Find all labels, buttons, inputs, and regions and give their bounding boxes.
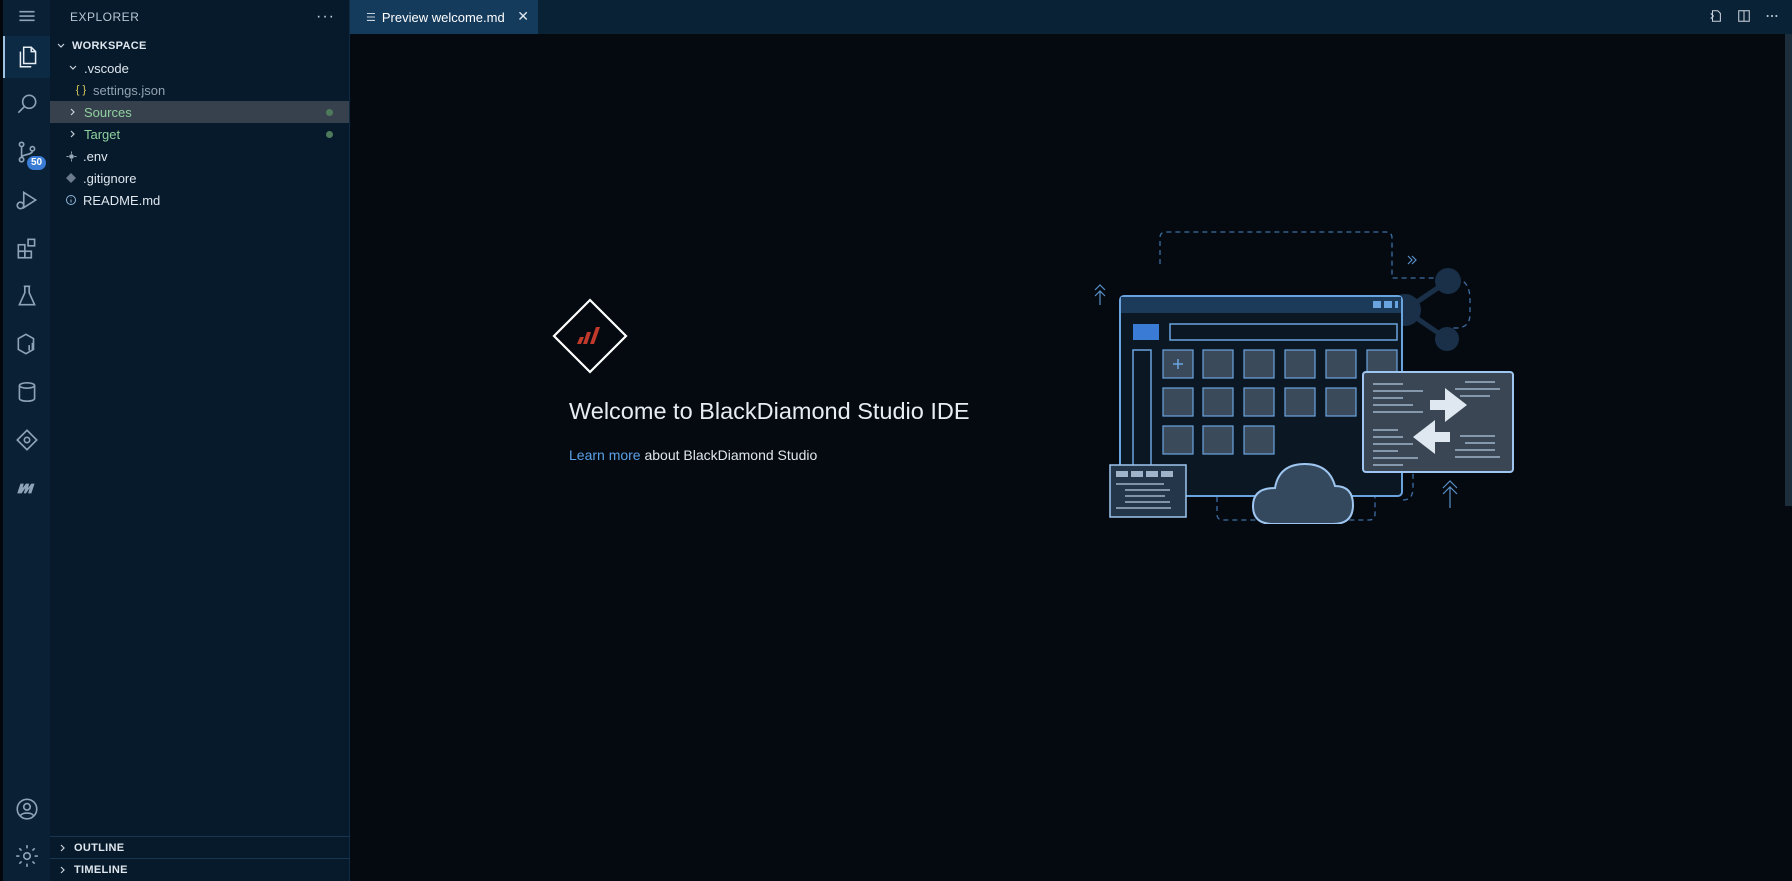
editor-tab-bar: ☰ Preview welcome.md ✕ [350, 0, 1792, 34]
learn-more-rest: about BlackDiamond Studio [640, 447, 818, 463]
modified-dot-icon [326, 130, 333, 138]
learn-more-link[interactable]: Learn more [569, 447, 641, 463]
explorer-title: EXPLORER [70, 9, 140, 24]
chevron-right-icon [56, 865, 70, 875]
scrollbar[interactable] [1785, 34, 1792, 506]
tree-item-target-folder[interactable]: Target [50, 123, 349, 145]
chevron-right-icon [66, 107, 80, 117]
tree-item-label: Target [84, 126, 121, 142]
tree-item-gitignore-file[interactable]: .gitignore [50, 167, 349, 189]
tree-item-settings-json[interactable]: { } settings.json [50, 79, 349, 101]
tree-item-sources-folder[interactable]: Sources [50, 101, 349, 123]
close-icon[interactable]: ✕ [517, 8, 529, 25]
gear-file-icon [64, 150, 78, 162]
more-actions-icon[interactable] [1764, 8, 1780, 24]
welcome-title: Welcome to BlackDiamond Studio IDE [569, 398, 970, 424]
learn-more-line: Learn more about BlackDiamond Studio [569, 447, 817, 463]
explorer-sidebar: EXPLORER ··· WORKSPACE .vscode { } setti… [50, 0, 350, 881]
explorer-icon[interactable] [3, 36, 50, 78]
outline-label: OUTLINE [74, 841, 125, 854]
data-cube-chart-icon[interactable] [3, 323, 50, 365]
source-control-icon[interactable]: 50 [3, 131, 50, 173]
json-file-icon: { } [75, 84, 87, 96]
tab-label: Preview welcome.md [381, 9, 505, 25]
chevron-down-icon [66, 63, 80, 73]
blackdiamond-logo-icon [552, 298, 628, 374]
info-icon [64, 194, 78, 206]
settings-gear-icon[interactable] [3, 835, 50, 877]
menu-icon[interactable] [3, 0, 50, 32]
editor-actions [1708, 8, 1780, 24]
workspace-label: WORKSPACE [72, 40, 147, 52]
tree-item-env-file[interactable]: .env [50, 145, 349, 167]
tree-item-label: settings.json [93, 82, 166, 98]
more-actions-icon[interactable]: ··· [316, 8, 335, 26]
database-icon[interactable] [3, 371, 50, 413]
diamond-gear-icon[interactable] [3, 419, 50, 461]
tree-item-label: .env [83, 148, 108, 164]
source-control-badge: 50 [27, 156, 47, 170]
git-diamond-icon [64, 173, 78, 183]
timeline-label: TIMELINE [74, 863, 128, 876]
modified-dot-icon [326, 108, 333, 116]
welcome-preview-editor: Welcome to BlackDiamond Studio IDE Learn… [350, 34, 1792, 881]
extensions-icon[interactable] [3, 227, 50, 269]
chevron-right-icon [56, 843, 70, 853]
mage-logo-icon[interactable] [3, 467, 50, 509]
tree-item-label: .gitignore [83, 170, 137, 186]
activity-bar: 50 [0, 0, 50, 881]
tree-item-label: .vscode [84, 60, 129, 76]
run-debug-icon[interactable] [3, 179, 50, 221]
account-icon[interactable] [3, 788, 50, 830]
tree-item-vscode-folder[interactable]: .vscode [50, 57, 349, 79]
workspace-section[interactable]: WORKSPACE [50, 35, 349, 57]
testing-flask-icon[interactable] [3, 275, 50, 317]
preview-lines-icon: ☰ [366, 11, 376, 24]
tree-item-label: Sources [84, 104, 132, 120]
chevron-down-icon [54, 41, 68, 51]
explorer-header: EXPLORER ··· [50, 0, 349, 33]
tree-item-label: README.md [83, 192, 161, 208]
search-icon[interactable] [3, 83, 50, 125]
tree-item-readme-file[interactable]: README.md [50, 189, 349, 211]
timeline-section[interactable]: TIMELINE [50, 858, 350, 880]
split-editor-icon[interactable] [1736, 8, 1752, 24]
tab-preview-welcome[interactable]: ☰ Preview welcome.md ✕ [350, 0, 538, 34]
hero-illustration [1094, 231, 1514, 524]
outline-section[interactable]: OUTLINE [50, 836, 350, 858]
chevron-right-icon [66, 129, 80, 139]
open-source-icon[interactable] [1708, 8, 1724, 24]
